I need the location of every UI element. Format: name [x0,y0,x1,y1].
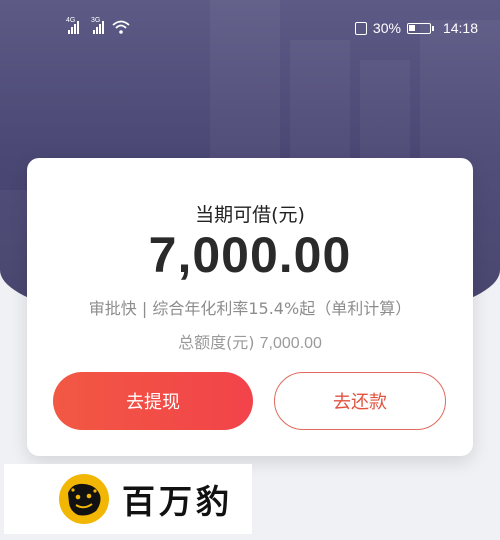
card-title: 当期可借(元) [195,204,305,226]
available-amount: 7,000.00 [148,227,352,283]
brand-banner: 百万豹 [4,464,252,534]
battery-icon [406,22,434,34]
status-bar: 4G 3G 30% 14:18 [0,0,500,60]
total-quota: 总额度(元) 7,000.00 [27,329,473,353]
wifi-icon [112,20,130,34]
total-quota-label: 总额度(元) [178,333,255,352]
repay-button[interactable]: 去还款 [274,372,446,430]
total-quota-value: 7,000.00 [259,335,322,352]
loan-card: 当期可借(元) 7,000.00 审批快 | 综合年化利率15.4%起（单利计算… [27,158,473,456]
brand-name: 百万豹 [122,482,233,521]
battery-percent: 30% [372,20,401,36]
clock: 14:18 [442,20,478,36]
vibrate-icon [354,21,367,35]
leopard-logo-icon [59,474,109,524]
signal-1-label: 4G [66,17,76,24]
signal-2-label: 3G [91,17,101,24]
signal-2-icon: 3G [91,17,104,34]
withdraw-button[interactable]: 去提现 [53,372,253,430]
signal-1-icon: 4G [66,17,79,34]
loan-description: 审批快 | 综合年化利率15.4%起（单利计算） [88,299,412,318]
